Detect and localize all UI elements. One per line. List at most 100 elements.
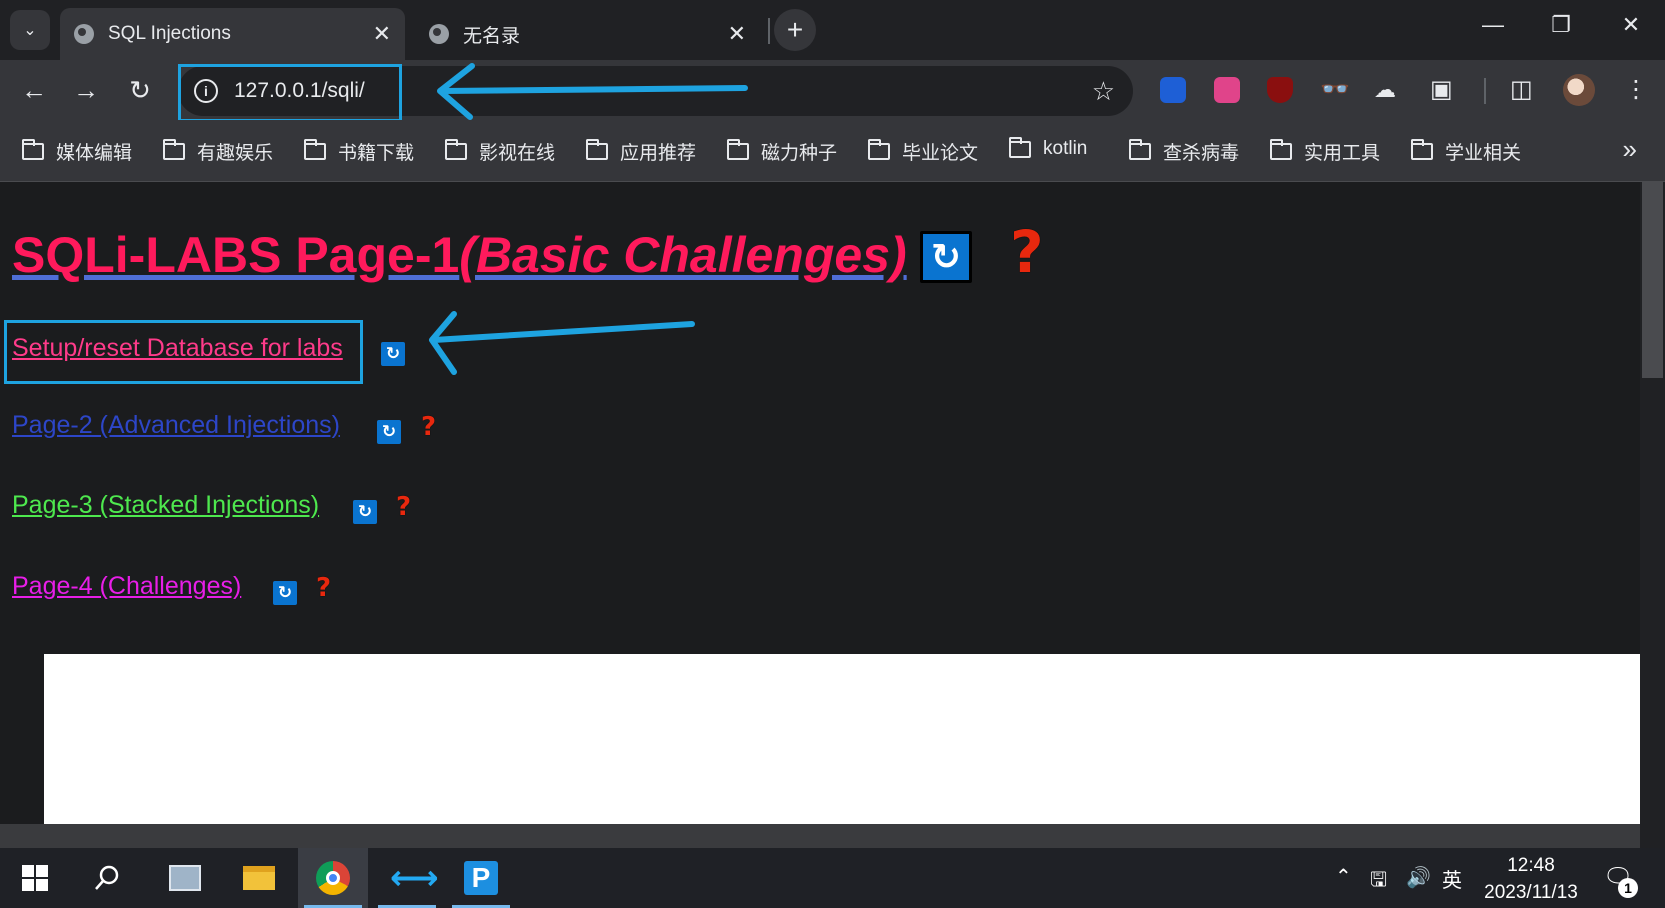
vscode-icon: ⟷ [390,859,439,897]
puzzle-icon[interactable]: ▣ [1430,75,1453,104]
resource-monitor-icon [169,865,201,891]
annotation-arrow-icon [429,311,695,375]
bookmark-label: 媒体编辑 [56,143,133,164]
folder-icon [727,139,749,160]
globe-icon [429,24,449,44]
horizontal-scrollbar[interactable] [0,824,1640,848]
folder-icon [1009,136,1031,158]
annotation-url-highlight [178,64,402,122]
plus-icon: + [786,14,804,45]
scrollbar-thumb[interactable] [1642,182,1663,378]
close-window-button[interactable]: ✕ [1611,12,1651,38]
bookmark-folder[interactable]: 影视在线 [445,138,555,165]
extension-pink-icon[interactable] [1214,77,1240,103]
reload-button[interactable]: ↻ [124,74,156,106]
page-title-main: SQLi-LABS Page-1 [12,227,460,283]
bookmark-label: 影视在线 [479,143,556,164]
bookmark-folder[interactable]: kotlin [1009,136,1088,160]
taskbar-app-explorer[interactable] [224,848,294,908]
close-icon[interactable]: ✕ [373,21,391,47]
taskbar-app-vscode[interactable]: ⟷ [372,848,442,908]
bookmark-folder[interactable]: 毕业论文 [868,138,978,165]
help-question-icon[interactable]: ? [316,573,331,603]
taskbar-app-chrome[interactable] [298,848,368,908]
sync-icon[interactable]: ↻ [377,420,401,444]
bookmark-label: 查杀病毒 [1163,143,1240,164]
bookmark-label: 有趣娱乐 [197,143,274,164]
restore-button[interactable]: ❐ [1541,12,1581,38]
reload-icon: ↻ [129,75,151,105]
bookmark-folder[interactable]: 媒体编辑 [22,138,132,165]
bookmark-label: 毕业论文 [902,143,979,164]
network-icon[interactable]: 🖫 [1370,865,1387,899]
tab-wumingle[interactable]: 无名录 ✕ [415,8,760,60]
sync-icon[interactable]: ↻ [920,231,972,283]
ime-indicator[interactable]: 英 [1442,864,1462,893]
bookmark-folder[interactable]: 磁力种子 [727,138,837,165]
bookmark-star-icon[interactable]: ☆ [1092,76,1115,107]
tab-sql-injections[interactable]: SQL Injections ✕ [60,8,405,60]
setup-reset-database-link[interactable]: Setup/reset Database for labs [12,334,343,363]
tab-title: 无名录 [463,25,521,47]
sync-icon[interactable]: ↻ [353,500,377,524]
page-2-link[interactable]: Page-2 (Advanced Injections) [12,411,340,440]
close-icon[interactable]: ✕ [728,21,746,47]
minimize-button[interactable]: — [1473,12,1513,38]
tab-divider [768,18,770,44]
page-title[interactable]: SQLi-LABS Page-1(Basic Challenges) [12,226,907,284]
annotation-arrow-icon [437,63,748,120]
cloud-extension-icon[interactable]: ☁ [1374,77,1396,103]
folder-icon [243,866,275,890]
bookmark-label: kotlin [1043,138,1088,159]
back-button[interactable]: ← [18,74,50,106]
bookmark-folder[interactable]: 应用推荐 [586,138,696,165]
page-content: SQLi-LABS Page-1(Basic Challenges) ↻ ? S… [0,182,1640,824]
tab-search-button[interactable]: ⌄ [10,10,50,50]
bookmark-folder[interactable]: 实用工具 [1270,138,1380,165]
bookmark-folder[interactable]: 查杀病毒 [1129,138,1239,165]
vertical-scrollbar[interactable] [1640,182,1665,824]
sync-icon[interactable]: ↻ [273,581,297,605]
chevron-down-icon: ⌄ [23,22,37,39]
bookmark-folder[interactable]: 书籍下载 [304,138,414,165]
folder-icon [1270,139,1292,160]
p-app-icon: P [464,861,498,895]
volume-icon[interactable]: 🔊 [1406,865,1431,890]
help-question-icon[interactable]: ? [421,412,436,442]
arrow-right-icon: → [73,75,99,105]
folder-icon [586,139,608,160]
bookmark-label: 学业相关 [1445,143,1522,164]
forward-button[interactable]: → [70,74,102,106]
start-button[interactable] [0,848,70,908]
bookmark-folder[interactable]: 有趣娱乐 [163,138,273,165]
ublock-origin-icon[interactable] [1267,77,1293,103]
search-button[interactable] [72,848,142,908]
browser-toolbar: ← → ↻ i 127.0.0.1/sqli/ ☆ 👓 ☁ ▣ ◫ ⋮ [0,60,1665,122]
tab-strip: ⌄ SQL Injections ✕ 无名录 ✕ + — ❐ ✕ [0,0,1665,60]
bitwarden-extension-icon[interactable] [1160,77,1186,103]
page-3-link[interactable]: Page-3 (Stacked Injections) [12,491,319,520]
clock-time: 12:48 [1507,855,1555,876]
page-title-italic: (Basic Challenges) [459,227,907,283]
help-question-icon[interactable]: ? [1010,218,1044,286]
bookmark-label: 实用工具 [1304,143,1381,164]
taskbar-app-monitor[interactable] [150,848,220,908]
bookmarks-overflow-icon[interactable]: » [1623,134,1637,165]
side-panel-icon[interactable]: ◫ [1510,75,1533,104]
new-tab-button[interactable]: + [774,9,816,51]
folder-icon [1129,139,1151,160]
avatar[interactable] [1563,74,1595,106]
taskbar-app-p[interactable]: P [446,848,516,908]
tray-overflow-icon[interactable]: ⌃ [1335,864,1352,889]
folder-icon [1411,139,1433,160]
bookmark-label: 应用推荐 [620,143,697,164]
bookmark-folder[interactable]: 学业相关 [1411,138,1521,165]
glasses-extension-icon[interactable]: 👓 [1320,75,1350,104]
folder-icon [445,139,467,160]
clock[interactable]: 12:48 2023/11/13 [1466,852,1596,906]
sync-icon[interactable]: ↻ [381,342,405,366]
kebab-menu-icon[interactable]: ⋮ [1624,75,1648,104]
folder-icon [304,139,326,160]
help-question-icon[interactable]: ? [396,492,411,522]
page-4-link[interactable]: Page-4 (Challenges) [12,572,241,601]
